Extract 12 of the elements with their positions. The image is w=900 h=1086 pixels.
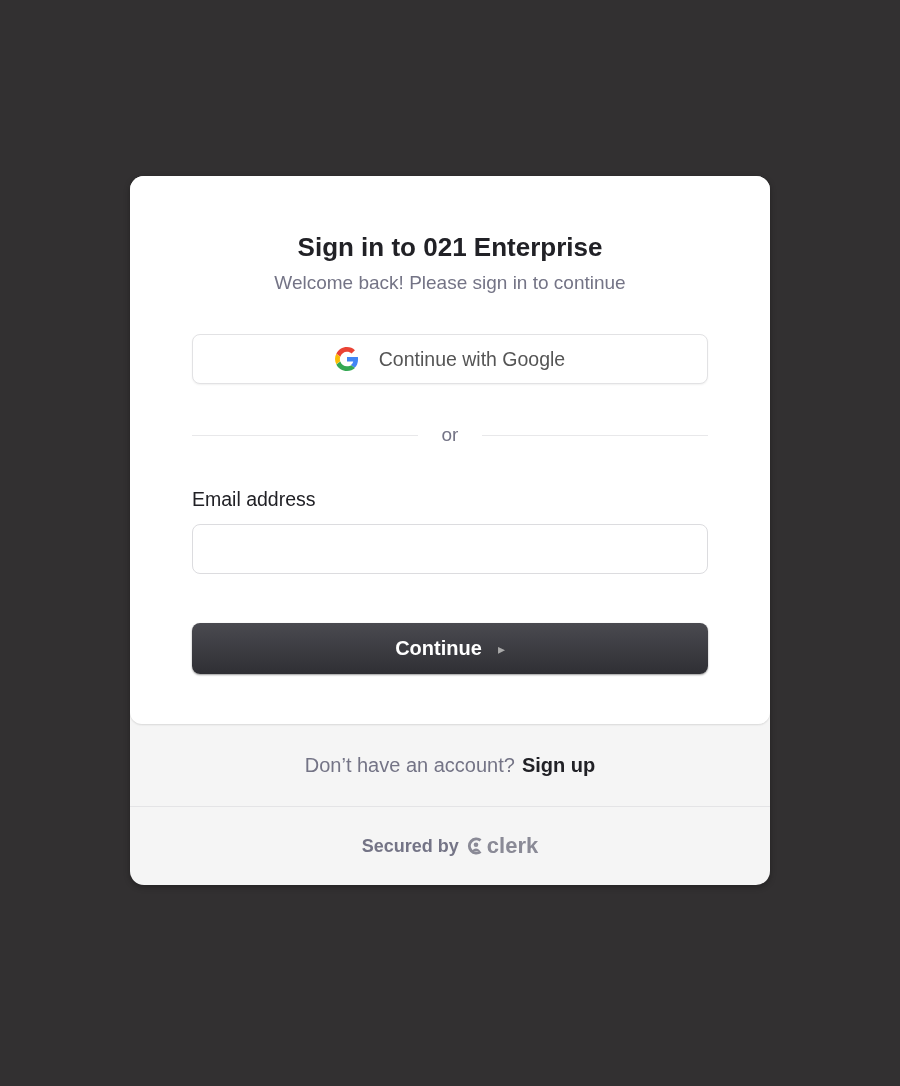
divider-label: or	[441, 424, 459, 446]
email-field[interactable]	[192, 524, 708, 574]
google-icon	[334, 347, 359, 371]
page-title: Sign in to 021 Enterprise	[296, 231, 604, 264]
subtitle: Welcome back! Please sign in to continue	[273, 271, 627, 295]
signup-prompt: Don’t have an account?	[304, 753, 515, 777]
secured-by-text: Secured by	[361, 835, 459, 857]
brand-logo: clerk	[466, 833, 539, 859]
continue-button[interactable]: Continue ▸	[192, 623, 708, 674]
signup-link[interactable]: Sign up	[521, 753, 596, 777]
field-label: Email address	[192, 488, 317, 511]
google-button[interactable]: Continue with Google	[192, 334, 708, 384]
